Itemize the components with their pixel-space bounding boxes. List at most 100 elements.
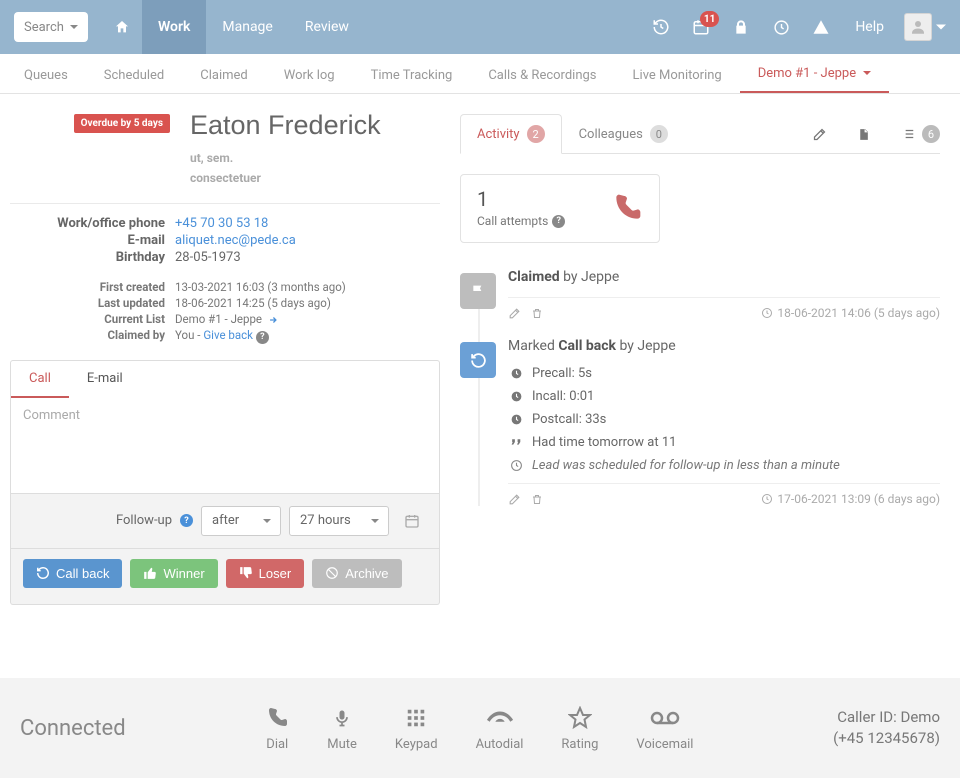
- callback-label: Call back: [56, 566, 109, 581]
- quote-icon: [508, 436, 524, 449]
- avatar[interactable]: [904, 13, 932, 41]
- tl-quote: Had time tomorrow at 11: [532, 435, 676, 450]
- tl-cb-suffix: by Jeppe: [616, 338, 676, 354]
- autodial-icon: [486, 705, 514, 731]
- tab-manage[interactable]: Manage: [206, 0, 288, 54]
- calendar-icon[interactable]: 11: [681, 7, 721, 47]
- tl-precall: Precall: 5s: [532, 366, 592, 381]
- help-link[interactable]: Help: [841, 19, 898, 35]
- subtab-worklog[interactable]: Work log: [266, 58, 353, 93]
- winner-label: Winner: [163, 566, 204, 581]
- subtab-demo[interactable]: Demo #1 - Jeppe: [740, 56, 890, 93]
- subtab-livemon[interactable]: Live Monitoring: [615, 58, 740, 93]
- star-icon: [568, 705, 592, 731]
- tl-cb-ts: 17-06-2021 13:09 (6 days ago): [777, 492, 940, 506]
- tab-work[interactable]: Work: [142, 0, 206, 54]
- comment-input[interactable]: Comment: [10, 398, 440, 494]
- overdue-badge: Overdue by 5 days: [74, 114, 170, 133]
- loser-label: Loser: [259, 566, 292, 581]
- warning-icon[interactable]: [801, 7, 841, 47]
- subtab-calls[interactable]: Calls & Recordings: [470, 58, 614, 93]
- dial-label: Dial: [266, 737, 288, 752]
- keypad-button[interactable]: Keypad: [395, 705, 438, 752]
- subtab-claimed[interactable]: Claimed: [182, 58, 265, 93]
- voicemail-icon: [650, 705, 680, 731]
- help-icon[interactable]: ?: [256, 331, 269, 344]
- tab-activity[interactable]: Activity 2: [460, 114, 562, 154]
- email-label: E-mail: [10, 233, 175, 248]
- subtab-queues[interactable]: Queues: [6, 58, 86, 93]
- list-icon[interactable]: 6: [900, 125, 940, 143]
- mute-label: Mute: [327, 737, 357, 752]
- keypad-icon: [405, 705, 427, 731]
- tab-email[interactable]: E-mail: [69, 361, 141, 398]
- winner-button[interactable]: Winner: [130, 559, 217, 588]
- dial-button[interactable]: Dial: [265, 705, 289, 752]
- callerid-line1: Caller ID: Demo: [833, 707, 940, 728]
- tab-activity-label: Activity: [477, 127, 520, 142]
- call-attempts-card: 1 Call attempts ?: [460, 174, 660, 243]
- tl-claimed-bold: Claimed: [508, 269, 560, 285]
- contact-sub2: consectetuer: [190, 171, 440, 185]
- subtab-scheduled[interactable]: Scheduled: [86, 58, 182, 93]
- loser-button[interactable]: Loser: [226, 559, 305, 588]
- voicemail-button[interactable]: Voicemail: [636, 705, 693, 752]
- autodial-button[interactable]: Autodial: [476, 705, 524, 752]
- clock-icon: [761, 307, 773, 319]
- trash-icon[interactable]: [531, 307, 543, 320]
- subtab-timetracking[interactable]: Time Tracking: [353, 58, 471, 93]
- tl-claimed-ts: 18-06-2021 14:06 (5 days ago): [777, 306, 940, 320]
- archive-button[interactable]: Archive: [312, 559, 401, 588]
- activity-count: 2: [527, 125, 545, 143]
- search-dropdown[interactable]: Search: [14, 12, 88, 42]
- tab-call[interactable]: Call: [11, 361, 69, 398]
- help-icon[interactable]: ?: [552, 215, 565, 228]
- rating-label: Rating: [561, 737, 598, 752]
- tl-cb-bold: Call back: [558, 338, 616, 354]
- tab-colleagues[interactable]: Colleagues 0: [562, 114, 685, 154]
- phone-icon: [611, 192, 643, 224]
- updated-value: 18-06-2021 14:25 (5 days ago): [175, 295, 331, 311]
- clock-icon: [508, 390, 524, 403]
- mic-icon: [332, 705, 352, 731]
- currentlist-value: Demo #1 - Jeppe: [175, 312, 262, 326]
- subtab-demo-label: Demo #1 - Jeppe: [758, 66, 856, 81]
- tl-incall: Incall: 0:01: [532, 389, 594, 404]
- edit-icon[interactable]: [508, 307, 521, 320]
- attempts-label: Call attempts: [477, 214, 548, 228]
- email-link[interactable]: aliquet.nec@pede.ca: [175, 233, 296, 248]
- flag-icon: [460, 273, 496, 309]
- connection-status: Connected: [20, 716, 126, 741]
- search-label: Search: [24, 20, 64, 35]
- followup-mode-select[interactable]: after: [201, 506, 281, 536]
- rating-button[interactable]: Rating: [561, 705, 598, 752]
- created-label: First created: [10, 279, 175, 295]
- edit-icon[interactable]: [812, 127, 827, 142]
- edit-icon[interactable]: [508, 493, 521, 506]
- colleagues-count: 0: [650, 125, 668, 143]
- followup-label: Follow-up: [116, 513, 172, 528]
- arrow-right-icon[interactable]: [268, 315, 278, 325]
- tl-postcall: Postcall: 33s: [532, 412, 606, 427]
- followup-value-select[interactable]: 27 hours: [289, 506, 389, 536]
- tl-claimed-rest: by Jeppe: [560, 269, 620, 285]
- home-icon[interactable]: [102, 7, 142, 47]
- clock-icon: [761, 493, 773, 505]
- updated-label: Last updated: [10, 295, 175, 311]
- phone-link[interactable]: +45 70 30 53 18: [175, 216, 268, 231]
- trash-icon[interactable]: [531, 493, 543, 506]
- doc-icon[interactable]: [857, 127, 870, 142]
- help-icon[interactable]: ?: [180, 514, 193, 527]
- clock-icon[interactable]: [761, 7, 801, 47]
- callback-button[interactable]: Call back: [23, 559, 122, 588]
- giveback-link[interactable]: Give back: [203, 328, 253, 342]
- tab-review[interactable]: Review: [289, 0, 365, 54]
- phone-label: Work/office phone: [10, 216, 175, 231]
- calendar-icon[interactable]: [397, 506, 427, 536]
- bday-value: 28-05-1973: [175, 250, 241, 265]
- contact-name: Eaton Frederick: [190, 110, 440, 141]
- mute-button[interactable]: Mute: [327, 705, 357, 752]
- history-icon[interactable]: [641, 7, 681, 47]
- voicemail-label: Voicemail: [636, 737, 693, 752]
- lock-icon[interactable]: [721, 7, 761, 47]
